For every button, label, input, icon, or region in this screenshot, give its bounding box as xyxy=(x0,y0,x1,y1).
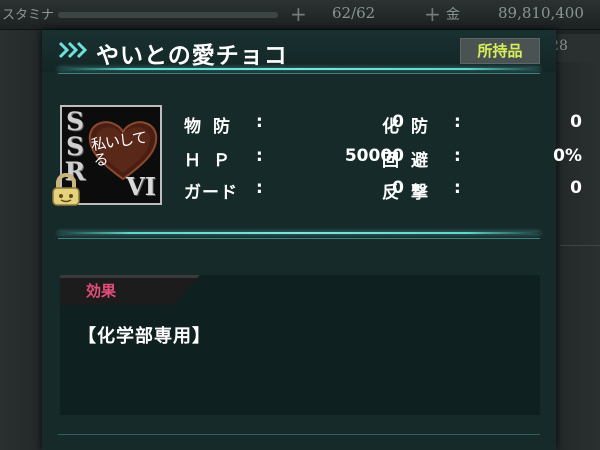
stat-label: 反撃 xyxy=(382,183,440,203)
stat-value: 0 xyxy=(570,112,582,132)
stat-label: ガード xyxy=(184,183,238,203)
stat-label: 物防 xyxy=(184,117,242,137)
item-icon: SSR 私いしてる VI xyxy=(52,105,162,206)
stat-value: 0 xyxy=(570,178,582,198)
item-level: VI xyxy=(126,172,156,201)
title-bar: やいとの愛チョコ 所持品 xyxy=(42,30,556,72)
stat-colon: : xyxy=(256,146,263,166)
effect-tab-label: 効果 xyxy=(86,282,117,300)
owned-badge: 所持品 xyxy=(460,38,540,64)
stat-colon: : xyxy=(256,178,263,198)
effect-section: 効果 【化学部専用】 xyxy=(60,275,540,415)
background-divider xyxy=(560,245,600,246)
stat-label: 化防 xyxy=(382,117,440,137)
stats-divider xyxy=(58,232,540,234)
title-divider-thin xyxy=(58,73,540,74)
gold-icon: 金 xyxy=(446,7,460,23)
stat-colon: : xyxy=(454,178,461,198)
stamina-value: 62/62 xyxy=(332,4,376,22)
padlock-icon[interactable] xyxy=(50,173,82,207)
chevron-right-icon xyxy=(58,41,88,59)
stamina-plus-icon[interactable]: + xyxy=(290,2,307,26)
stamina-label: スタミナ xyxy=(2,8,55,23)
currency-plus-icon[interactable]: + xyxy=(424,2,441,26)
effect-tab xyxy=(60,275,200,305)
bottom-divider xyxy=(58,434,540,435)
stat-label: ＨＰ xyxy=(184,151,242,171)
stat-value: 0% xyxy=(553,146,582,166)
stat-colon: : xyxy=(454,112,461,132)
background-left xyxy=(0,30,42,450)
stat-colon: : xyxy=(256,112,263,132)
stats-divider-thin xyxy=(58,238,540,239)
item-detail-panel: やいとの愛チョコ 所持品 SSR 私いしてる VI 物防 : 0 化防 : 0 xyxy=(42,30,582,450)
title-divider xyxy=(58,68,540,70)
stamina-bar xyxy=(58,12,278,18)
effect-text: 【化学部専用】 xyxy=(78,326,211,347)
item-name: やいとの愛チョコ xyxy=(96,43,288,69)
stat-colon: : xyxy=(454,146,461,166)
top-status-bar: スタミナ + 62/62 + 金 89,810,400 xyxy=(0,0,600,30)
currency-value: 89,810,400 xyxy=(498,4,584,22)
stat-label: 回避 xyxy=(382,151,440,171)
